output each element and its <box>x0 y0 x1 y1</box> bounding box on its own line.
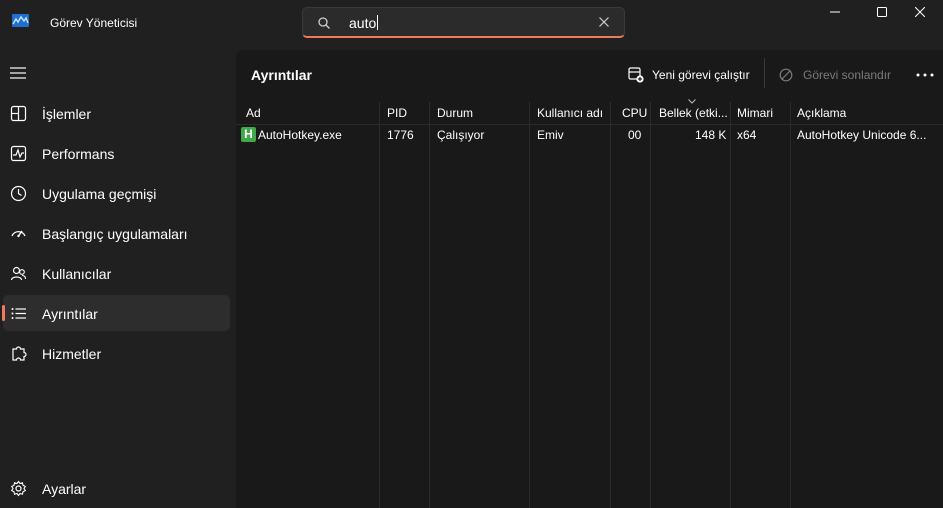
sidebar-item-users[interactable]: Kullanıcılar <box>3 255 230 291</box>
sidebar-item-label: Performans <box>42 146 115 162</box>
details-list-icon <box>11 308 26 319</box>
more-options-button[interactable] <box>916 64 934 86</box>
sidebar-item-app-history[interactable]: Uygulama geçmişi <box>3 175 230 211</box>
end-task-label: Görevi sonlandır <box>803 68 892 82</box>
sidebar-item-label: Uygulama geçmişi <box>42 186 157 202</box>
sidebar-item-label: Ayarlar <box>42 481 87 497</box>
column-header-status[interactable]: Durum <box>437 102 473 124</box>
gear-icon <box>10 480 27 497</box>
toolbar-divider <box>764 58 765 88</box>
services-puzzle-icon <box>12 346 27 361</box>
sidebar-item-settings[interactable]: Ayarlar <box>3 470 230 506</box>
sidebar-item-label: Kullanıcılar <box>42 266 112 282</box>
column-divider <box>650 102 651 508</box>
sidebar-item-label: Ayrıntılar <box>42 306 98 322</box>
column-header-memory[interactable]: Bellek (etki... <box>659 102 728 124</box>
search-input[interactable]: auto <box>349 15 379 31</box>
column-divider <box>379 102 380 508</box>
maximize-icon <box>877 7 887 17</box>
column-header-pid[interactable]: PID <box>387 102 407 124</box>
cell-memory: 148 K <box>695 128 727 142</box>
sidebar-item-details[interactable]: Ayrıntılar <box>2 295 230 331</box>
page-title: Ayrıntılar <box>251 67 312 83</box>
sidebar-item-startup-apps[interactable]: Başlangıç uygulamaları <box>3 215 230 251</box>
column-header-architecture[interactable]: Mimari <box>737 102 773 124</box>
task-manager-icon <box>12 14 29 27</box>
sidebar-item-services[interactable]: Hizmetler <box>3 335 230 371</box>
sidebar-item-processes[interactable]: İşlemler <box>3 95 230 131</box>
processes-grid-icon <box>10 105 27 122</box>
column-header-description[interactable]: Açıklama <box>797 102 846 124</box>
header-divider <box>236 124 943 125</box>
more-options-icon <box>916 73 934 77</box>
history-clock-icon <box>10 185 27 202</box>
cell-architecture: x64 <box>737 128 757 142</box>
minimize-icon <box>830 11 840 13</box>
users-icon <box>10 266 27 281</box>
run-new-task-label: Yeni görevi çalıştır <box>652 68 750 82</box>
end-task-icon <box>779 68 793 82</box>
details-table: Ad PID Durum Kullanıcı adı CPU Bellek (e… <box>236 99 943 508</box>
speedometer-icon <box>11 230 26 238</box>
sidebar: İşlemler Performans Uygulama geçmişi Baş… <box>0 46 236 508</box>
performance-graph-icon <box>10 145 27 162</box>
close-icon <box>915 7 925 17</box>
column-divider <box>730 102 731 508</box>
clear-search-icon[interactable] <box>598 16 610 28</box>
new-task-icon <box>628 67 644 83</box>
column-divider <box>529 102 530 508</box>
cell-description: AutoHotkey Unicode 6... <box>797 128 927 142</box>
autohotkey-icon: H <box>241 127 256 142</box>
sidebar-item-performance[interactable]: Performans <box>3 135 230 171</box>
sidebar-item-label: Başlangıç uygulamaları <box>42 226 188 242</box>
column-divider <box>790 102 791 508</box>
minimize-button[interactable] <box>812 0 858 24</box>
app-title: Görev Yöneticisi <box>50 16 138 30</box>
hamburger-menu-icon[interactable] <box>10 66 26 80</box>
column-divider <box>610 102 611 508</box>
end-task-button[interactable]: Görevi sonlandır <box>779 64 891 86</box>
cell-username: Emiv <box>537 128 564 142</box>
cell-cpu: 00 <box>628 128 642 142</box>
search-icon <box>318 17 330 29</box>
cell-status: Çalışıyor <box>437 128 485 142</box>
run-new-task-button[interactable]: Yeni görevi çalıştır <box>628 64 750 86</box>
sidebar-item-label: İşlemler <box>42 106 92 122</box>
title-bar: Görev Yöneticisi auto <box>0 0 943 46</box>
column-header-username[interactable]: Kullanıcı adı <box>537 102 603 124</box>
cell-pid: 1776 <box>387 128 414 142</box>
search-box[interactable]: auto <box>302 7 625 38</box>
details-panel: Ayrıntılar Yeni görevi çalıştır Görevi s… <box>236 50 943 508</box>
sidebar-item-label: Hizmetler <box>42 346 102 362</box>
column-header-cpu[interactable]: CPU <box>622 102 647 124</box>
cell-name: AutoHotkey.exe <box>258 128 342 142</box>
column-divider <box>429 102 430 508</box>
column-header-name[interactable]: Ad <box>246 102 261 124</box>
close-button[interactable] <box>897 0 943 24</box>
